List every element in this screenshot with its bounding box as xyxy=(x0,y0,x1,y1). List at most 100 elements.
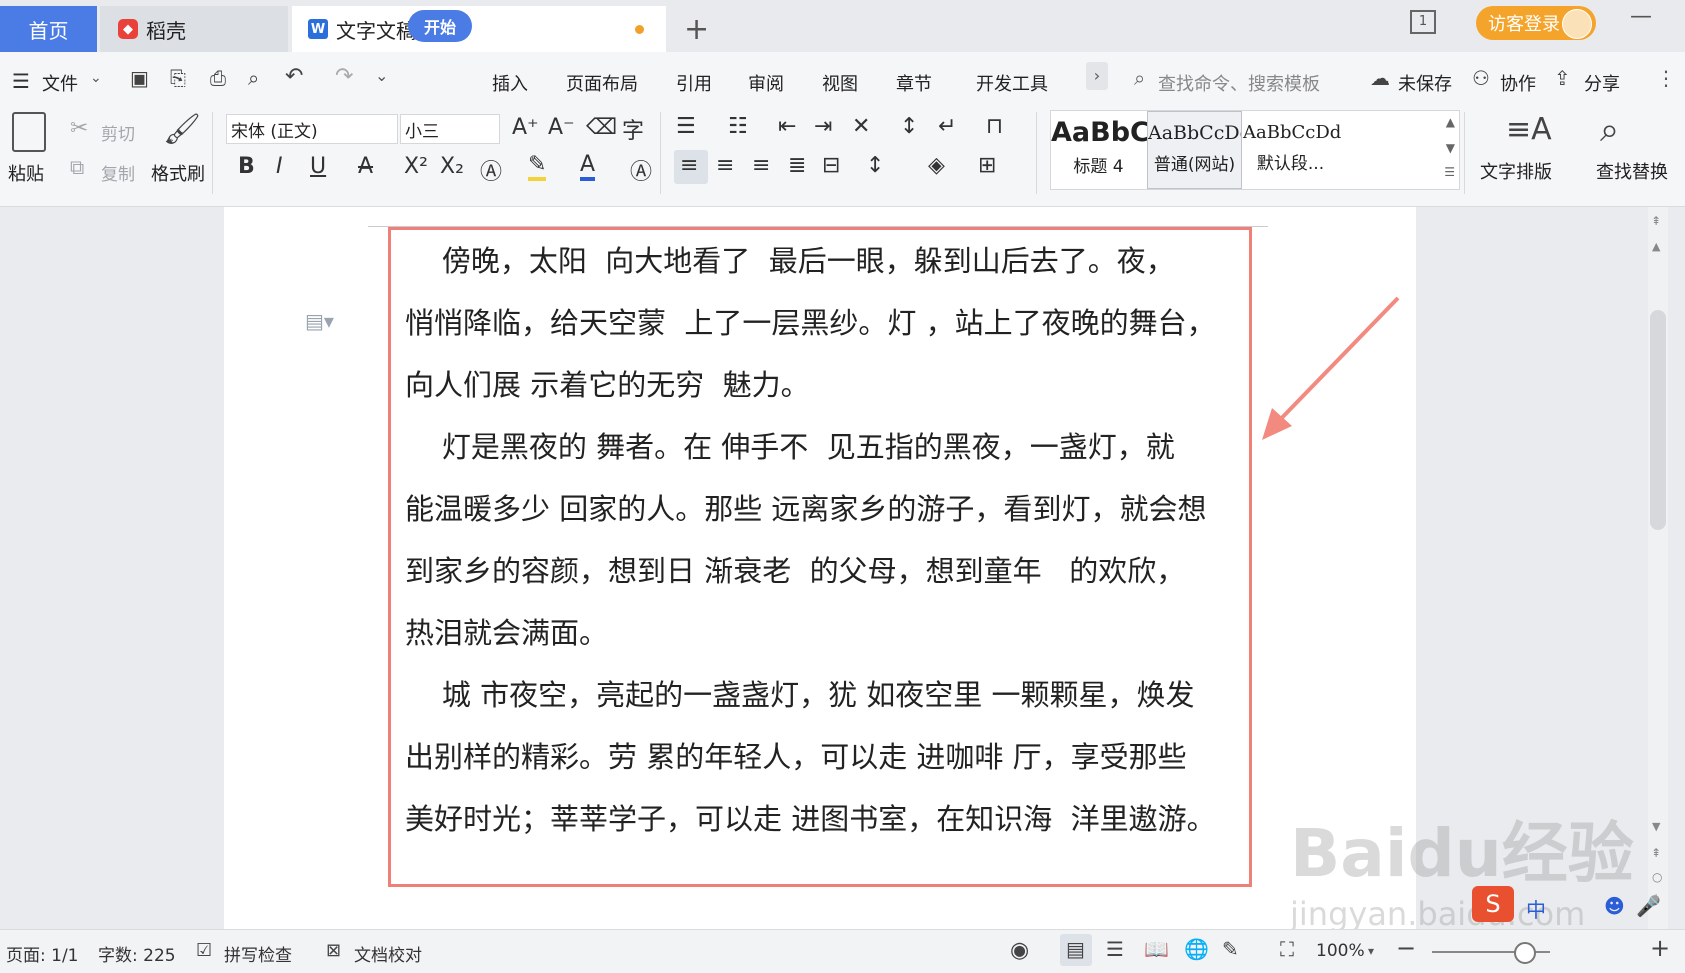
format-painter-button[interactable]: 格式刷 xyxy=(151,160,205,186)
align-right-icon[interactable]: ≡ xyxy=(752,153,770,178)
menu-chapter[interactable]: 章节 xyxy=(896,70,932,96)
scroll-down-icon[interactable]: ▼ xyxy=(1652,820,1660,833)
minimize-icon[interactable]: — xyxy=(1630,4,1652,29)
numbered-list-icon[interactable]: ☷ xyxy=(728,114,748,139)
paste-icon[interactable] xyxy=(12,112,46,152)
char-border-icon[interactable]: Ⓐ xyxy=(630,154,652,186)
zoom-out-icon[interactable]: − xyxy=(1396,934,1416,962)
proofread-button[interactable]: 文档校对 xyxy=(354,941,422,966)
prev-page-icon[interactable]: ⇞ xyxy=(1651,846,1661,860)
fit-screen-icon[interactable]: ⛶ xyxy=(1280,937,1294,961)
borders-icon[interactable]: ⊞ xyxy=(978,153,996,178)
ime-emoji-icon[interactable]: ☻ xyxy=(1604,894,1625,918)
gallery-scroll-down-icon[interactable]: ▼ xyxy=(1446,141,1455,155)
zoom-in-icon[interactable]: + xyxy=(1650,934,1670,962)
menu-start[interactable]: 开始 xyxy=(408,10,472,42)
outline-view-icon[interactable]: ☰ xyxy=(1106,937,1124,961)
redo-icon[interactable]: ↷ xyxy=(335,64,353,89)
paragraph-options-icon[interactable]: ▤▾ xyxy=(305,309,334,333)
menu-file[interactable]: 文件 xyxy=(42,70,78,96)
share-button[interactable]: 分享 xyxy=(1584,70,1620,96)
menu-insert[interactable]: 插入 xyxy=(492,70,528,96)
increase-indent-icon[interactable]: ⇥ xyxy=(814,114,832,139)
tab-daoke[interactable]: ◆ 稻壳 xyxy=(100,6,288,52)
web-view-icon[interactable]: 🌐 xyxy=(1184,937,1209,961)
page-indicator[interactable]: 页面: 1/1 xyxy=(6,941,79,966)
copy-button[interactable]: 复制 xyxy=(101,160,135,185)
grow-font-icon[interactable]: A⁺ xyxy=(512,115,539,140)
subscript-icon[interactable]: X₂ xyxy=(440,154,464,179)
reading-view-icon[interactable]: 📖 xyxy=(1144,937,1169,961)
unsaved-status[interactable]: 未保存 xyxy=(1398,70,1452,96)
gallery-scroll-up-icon[interactable]: ▲ xyxy=(1446,115,1455,129)
export-icon[interactable]: ⎘ xyxy=(170,66,186,90)
menu-page-layout[interactable]: 页面布局 xyxy=(566,70,638,96)
font-size-select[interactable]: 小三 xyxy=(400,114,500,144)
scroll-top-icon[interactable]: ⇞ xyxy=(1651,214,1661,228)
undo-icon[interactable]: ↶ xyxy=(285,64,303,89)
distribute-icon[interactable]: ⊟ xyxy=(822,153,840,178)
italic-icon[interactable]: I xyxy=(276,154,283,179)
ime-logo-icon[interactable]: S xyxy=(1472,886,1514,922)
scrollbar-thumb[interactable] xyxy=(1650,310,1666,530)
plus-icon[interactable]: + xyxy=(684,12,709,47)
bold-icon[interactable]: B xyxy=(238,154,255,179)
align-center-icon[interactable]: ≡ xyxy=(716,153,734,178)
phonetic-guide-icon[interactable]: 字 xyxy=(622,113,644,145)
scroll-up-icon[interactable]: ▲ xyxy=(1652,240,1660,253)
line-spacing-icon[interactable]: ↕ xyxy=(866,153,884,178)
decrease-indent-icon[interactable]: ⇤ xyxy=(778,114,796,139)
style-default[interactable]: AaBbCcDd 默认段... xyxy=(1243,111,1341,189)
zoom-slider-knob[interactable] xyxy=(1513,942,1536,964)
cut-button[interactable]: 剪切 xyxy=(101,120,135,145)
ime-chinese-icon[interactable]: 中 xyxy=(1526,894,1546,923)
font-name-select[interactable]: 宋体 (正文) xyxy=(226,114,398,144)
shading-icon[interactable]: ◈ xyxy=(928,153,945,178)
select-browse-icon[interactable]: ○ xyxy=(1652,870,1662,884)
text-effect-icon[interactable]: Ⓐ xyxy=(480,154,502,186)
chinese-layout-icon[interactable]: ✕ xyxy=(852,114,870,139)
shrink-font-icon[interactable]: A⁻ xyxy=(548,115,575,140)
menu-references[interactable]: 引用 xyxy=(676,70,712,96)
strikethrough-icon[interactable]: A xyxy=(358,154,373,179)
spell-check-button[interactable]: 拼写检查 xyxy=(224,941,292,966)
paste-button[interactable]: 粘贴 xyxy=(8,160,44,186)
command-search-input[interactable]: 查找命令、搜索模板 xyxy=(1158,70,1320,96)
tab-home[interactable]: 首页 xyxy=(0,6,97,52)
menu-more-icon[interactable]: › xyxy=(1086,62,1108,90)
word-count[interactable]: 字数: 225 xyxy=(98,941,176,966)
style-heading4[interactable]: AaBbC 标题 4 xyxy=(1051,111,1150,189)
page-view-icon[interactable]: 1 xyxy=(1410,10,1436,34)
hamburger-icon[interactable]: ☰ xyxy=(12,69,30,93)
font-color-icon[interactable]: A xyxy=(580,152,596,181)
eye-protect-icon[interactable]: ◉ xyxy=(1010,938,1029,963)
tab-document[interactable]: W 文字文稿1 xyxy=(292,6,666,52)
gallery-expand-icon[interactable]: ☰ xyxy=(1444,165,1455,179)
more-icon[interactable]: ⋮ xyxy=(1656,66,1676,90)
style-normal-web[interactable]: AaBbCcDd 普通(网站) xyxy=(1147,111,1242,189)
zoom-dropdown-icon[interactable]: ▾ xyxy=(1368,944,1374,958)
menu-developer[interactable]: 开发工具 xyxy=(976,70,1048,96)
highlight-icon[interactable]: ✎ xyxy=(528,152,547,181)
document-body[interactable]: 傍晚，太阳 向大地看了 最后一眼，躲到山后去了。夜， 悄悄降临，给天空蒙 上了一… xyxy=(405,230,1235,850)
find-replace-button[interactable]: 查找替换 xyxy=(1596,158,1668,184)
sort-icon[interactable]: ↕ xyxy=(900,114,918,139)
underline-icon[interactable]: U xyxy=(310,154,326,179)
menu-review[interactable]: 审阅 xyxy=(748,70,784,96)
chevron-down-icon[interactable]: ⌄ xyxy=(90,70,102,86)
superscript-icon[interactable]: X² xyxy=(404,154,428,179)
tab-stop-icon[interactable]: ⊓ xyxy=(986,114,1003,139)
quick-access-more-icon[interactable]: ⌄ xyxy=(375,66,388,85)
bullet-list-icon[interactable]: ☰ xyxy=(676,114,696,139)
save-icon[interactable]: ▣ xyxy=(130,66,149,90)
print-preview-icon[interactable]: ⌕ xyxy=(248,66,259,90)
show-marks-icon[interactable]: ↵ xyxy=(938,114,956,139)
login-button[interactable]: 访客登录 xyxy=(1476,6,1596,40)
zoom-level[interactable]: 100% xyxy=(1316,941,1365,961)
ime-voice-icon[interactable]: 🎤 xyxy=(1636,894,1661,918)
collab-button[interactable]: 协作 xyxy=(1500,70,1536,96)
text-layout-button[interactable]: 文字排版 xyxy=(1480,158,1552,184)
print-icon[interactable]: ⎙ xyxy=(210,66,226,90)
menu-view[interactable]: 视图 xyxy=(822,70,858,96)
justify-icon[interactable]: ≣ xyxy=(788,153,806,178)
